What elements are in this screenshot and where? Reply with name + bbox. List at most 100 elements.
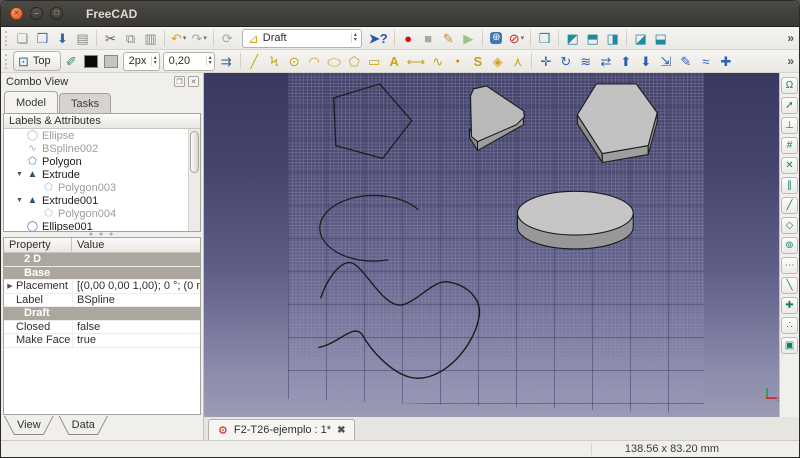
snap-special-button[interactable]: ∴ <box>781 317 798 334</box>
copy-button[interactable]: ⧉ <box>121 28 140 48</box>
view-front-button[interactable]: ◩ <box>563 28 582 48</box>
toolbar-overflow-main[interactable]: » <box>785 31 796 45</box>
tab-model[interactable]: Model <box>4 91 58 113</box>
dropdown-caret-icon[interactable]: ▾ <box>521 34 525 42</box>
draft-upgrade-button[interactable]: ⬆ <box>616 51 635 71</box>
draft-downgrade-button[interactable]: ⬇ <box>636 51 655 71</box>
scale-spinbox[interactable]: 0,20▴▾ <box>163 52 215 71</box>
toolbar-drag-handle[interactable] <box>5 54 9 69</box>
whats-this-button[interactable]: ➤? <box>367 28 390 48</box>
cut-button[interactable]: ✂ <box>101 28 120 48</box>
snap-intersection-button[interactable]: ✕ <box>781 157 798 174</box>
draft-move-button[interactable]: ✛ <box>536 51 555 71</box>
tree-item-polygon003[interactable]: ⬠Polygon003 <box>4 181 200 194</box>
expander-icon[interactable]: ▼ <box>16 197 26 204</box>
document-tab[interactable]: ⚙ F2-T26-ejemplo : 1* ✖ <box>208 419 355 440</box>
snap-ortho-button[interactable]: ✚ <box>781 297 798 314</box>
property-value[interactable]: true <box>72 334 200 347</box>
draft-rectangle-button[interactable]: ▭ <box>365 51 384 71</box>
dropdown-caret-icon[interactable]: ▾ <box>183 34 187 42</box>
print-button[interactable]: ▤ <box>73 28 92 48</box>
draft-shapestring-button[interactable]: S <box>468 51 487 71</box>
draft-ellipse-button[interactable]: ◯ <box>325 51 344 71</box>
draft-facebinder-button[interactable]: ◈ <box>488 51 507 71</box>
view-rear-button[interactable]: ◪ <box>631 28 650 48</box>
snap-angle-button[interactable]: ◇ <box>781 217 798 234</box>
draft-autogroup-button[interactable]: ✐ <box>62 51 81 71</box>
property-value[interactable]: false <box>72 321 200 334</box>
draft-rotate-button[interactable]: ↻ <box>556 51 575 71</box>
tree-item-bspline002[interactable]: ∿BSpline002 <box>4 142 200 155</box>
draft-arc-button[interactable]: ◠ <box>305 51 324 71</box>
save-button[interactable]: ⬇ <box>53 28 72 48</box>
toolbar-overflow-draft[interactable]: » <box>785 54 796 68</box>
draft-polygon-button[interactable]: ⬠ <box>345 51 364 71</box>
snap-grid-button[interactable]: # <box>781 137 798 154</box>
tree-item-polygon[interactable]: ⬠Polygon <box>4 155 200 168</box>
draft-wire-button[interactable]: Ϟ <box>265 51 284 71</box>
macro-edit-button[interactable]: ✎ <box>439 28 458 48</box>
tab-data[interactable]: Data <box>60 416 107 434</box>
new-document-button[interactable]: ❏ <box>13 28 32 48</box>
paste-button[interactable]: ▥ <box>141 28 160 48</box>
macro-stop-button[interactable]: ■ <box>419 28 438 48</box>
draft-point-button[interactable]: ● <box>448 51 467 71</box>
tree-item-polygon004[interactable]: ⬠Polygon004 <box>4 207 200 220</box>
expander-icon[interactable]: ▶ <box>4 282 16 290</box>
draft-line-button[interactable]: ╱ <box>245 51 264 71</box>
tree-item-extrude001[interactable]: ▼▲Extrude001 <box>4 194 200 207</box>
macro-play-button[interactable]: ▶ <box>459 28 478 48</box>
property-row-make-face[interactable]: Make Facetrue <box>4 334 200 348</box>
property-row-placement[interactable]: ▶Placement[(0,00 0,00 1,00); 0 °; (0 m..… <box>4 280 200 294</box>
face-color-swatch[interactable] <box>102 51 121 71</box>
snap-parallel-button[interactable]: ∥ <box>781 177 798 194</box>
shape-ellipse-arc[interactable] <box>320 195 418 261</box>
snap-extension-button[interactable]: ⋯ <box>781 257 798 274</box>
macro-record-button[interactable]: ● <box>399 28 418 48</box>
window-maximize-button[interactable]: □ <box>50 7 63 20</box>
line-width-spinbox[interactable]: 2px▴▾ <box>123 52 160 71</box>
spinner-arrows-icon[interactable]: ▴▾ <box>351 33 359 43</box>
snap-midpoint-button[interactable]: ╱ <box>781 197 798 214</box>
toolbar-drag-handle[interactable] <box>5 31 9 46</box>
view-bottom-button[interactable]: ⬓ <box>651 28 670 48</box>
box-zoom-button[interactable]: ⊕ <box>487 28 506 48</box>
tab-view[interactable]: View <box>5 416 53 434</box>
draft-text-button[interactable]: A <box>385 51 404 71</box>
line-color-swatch[interactable] <box>82 51 101 71</box>
snap-near-button[interactable]: ╲ <box>781 277 798 294</box>
view-right-button[interactable]: ◨ <box>603 28 622 48</box>
window-close-button[interactable]: ✕ <box>10 7 23 20</box>
draft-join-button[interactable]: ⋏ <box>508 51 527 71</box>
view-top-button[interactable]: ⬒ <box>583 28 602 48</box>
draft-edit-button[interactable]: ✎ <box>676 51 695 71</box>
shape-bspline[interactable] <box>319 263 480 379</box>
tab-close-icon[interactable]: ✖ <box>337 425 345 436</box>
workingplane-top-button[interactable]: ⊡Top <box>13 51 61 71</box>
panel-float-button[interactable]: ❐ <box>174 76 185 87</box>
panel-close-button[interactable]: ✕ <box>188 76 199 87</box>
workbench-selector[interactable]: ⊿Draft▴▾ <box>242 29 362 48</box>
scrollbar-thumb[interactable] <box>190 131 199 173</box>
draft-trimex-button[interactable]: ⇄ <box>596 51 615 71</box>
tree-item-ellipse[interactable]: ◯Ellipse <box>4 129 200 142</box>
tree-item-extrude[interactable]: ▼▲Extrude <box>4 168 200 181</box>
shape-extrude-hexagon[interactable] <box>577 84 657 163</box>
draft-offset-button[interactable]: ≋ <box>576 51 595 71</box>
tree-item-ellipse001[interactable]: ◯Ellipse001 <box>4 220 200 232</box>
draft-circle-button[interactable]: ⊙ <box>285 51 304 71</box>
draft-bspline-button[interactable]: ∿ <box>428 51 447 71</box>
tree-scrollbar[interactable] <box>188 129 200 231</box>
snap-lock-button[interactable]: Ω <box>781 77 798 94</box>
draft-dimension-button[interactable]: ⟷ <box>405 51 428 71</box>
property-row-closed[interactable]: Closedfalse <box>4 321 200 335</box>
property-row-label[interactable]: LabelBSpline <box>4 294 200 308</box>
tree-header[interactable]: Labels & Attributes <box>4 114 200 129</box>
draft-wire2bspline-button[interactable]: ≈ <box>696 51 715 71</box>
dropdown-caret-icon[interactable]: ▾ <box>203 34 207 42</box>
property-value[interactable]: [(0,00 0,00 1,00); 0 °; (0 m... <box>72 280 200 293</box>
redo-button[interactable]: ↷▾ <box>189 28 208 48</box>
snap-endpoint-button[interactable]: ➚ <box>781 97 798 114</box>
tab-tasks[interactable]: Tasks <box>59 93 111 113</box>
3d-viewport[interactable]: x <box>204 73 779 417</box>
